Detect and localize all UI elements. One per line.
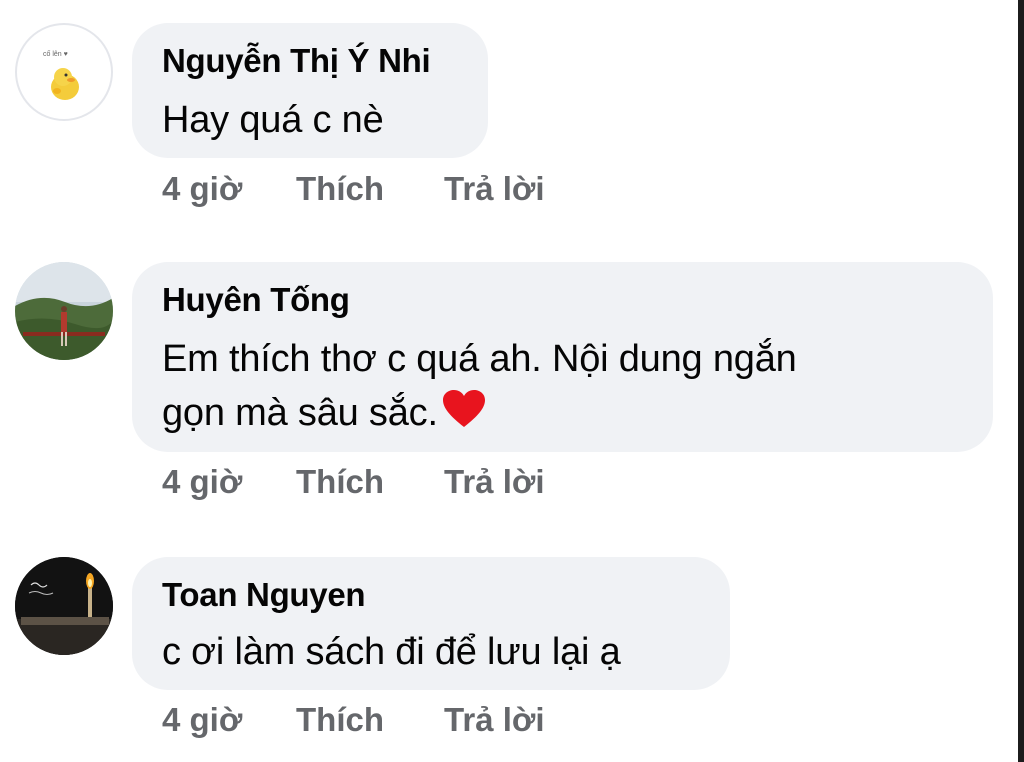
comment-time[interactable]: 4 giờ [162, 700, 296, 740]
comment-actions: 4 giờ Thích Trả lời [162, 169, 545, 209]
avatar[interactable] [15, 557, 113, 655]
reply-button[interactable]: Trả lời [444, 462, 545, 502]
reply-button[interactable]: Trả lời [444, 700, 545, 740]
comment-author[interactable]: Nguyễn Thị Ý Nhi [162, 41, 458, 81]
avatar[interactable] [15, 262, 113, 360]
comment-author[interactable]: Toan Nguyen [162, 575, 700, 615]
comment-bubble: Toan Nguyen c ơi làm sách đi để lưu lại … [132, 557, 730, 690]
comment-text: c ơi làm sách đi để lưu lại ạ [162, 631, 621, 673]
candle-photo-icon [15, 557, 113, 655]
comment-author[interactable]: Huyên Tống [162, 280, 963, 320]
like-button[interactable]: Thích [296, 462, 444, 502]
avatar-caption: cố lên ♥ [43, 49, 68, 58]
reply-button[interactable]: Trả lời [444, 169, 545, 209]
comment-text-line-2: gọn mà sâu sắc. [162, 392, 438, 434]
comment-time[interactable]: 4 giờ [162, 169, 296, 209]
comment-text-line: Em thích thơ c quá ah. Nội dung ngắn [162, 338, 797, 380]
comment-time[interactable]: 4 giờ [162, 462, 296, 502]
comment-text-line: gọn mà sâu sắc. [162, 386, 963, 444]
like-button[interactable]: Thích [296, 700, 444, 740]
comment-bubble: Huyên Tống Em thích thơ c quá ah. Nội du… [132, 262, 993, 452]
red-heart-icon [442, 389, 486, 444]
like-button[interactable]: Thích [296, 169, 444, 209]
comment-bubble: Nguyễn Thị Ý Nhi Hay quá c nè [132, 23, 488, 158]
screen-edge [1018, 0, 1024, 762]
landscape-photo-icon [15, 262, 113, 360]
comment-text: Hay quá c nè [162, 99, 384, 141]
comment-text: Em thích thơ c quá ah. Nội dung ngắn gọn… [162, 332, 963, 444]
duck-sticker-icon: cố lên ♥ [43, 49, 79, 100]
comment-actions: 4 giờ Thích Trả lời [162, 462, 545, 502]
comment-actions: 4 giờ Thích Trả lời [162, 700, 545, 740]
avatar[interactable]: cố lên ♥ [15, 23, 113, 121]
